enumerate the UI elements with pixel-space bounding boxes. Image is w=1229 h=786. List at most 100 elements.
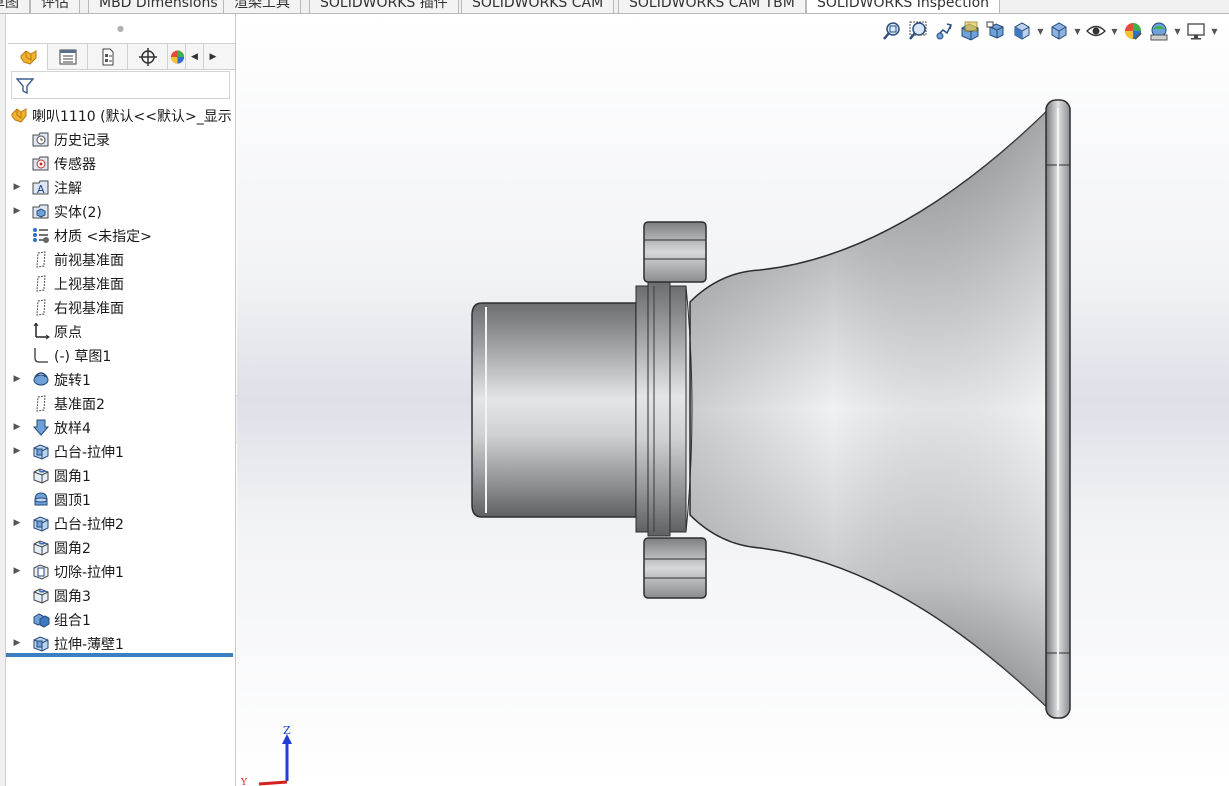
tree-item-material[interactable]: 材质 <未指定> (6, 223, 235, 247)
feature-manager-tab[interactable] (8, 44, 48, 70)
tree-item-label: 基准面2 (54, 397, 105, 413)
tree-item-label: 圆角2 (54, 541, 91, 557)
material-icon (33, 228, 49, 243)
expand-arrow-icon[interactable]: ▶ (12, 518, 22, 528)
tab-evaluate[interactable]: 评估 (30, 0, 80, 13)
revolve-icon (33, 372, 49, 386)
tree-item-annotations[interactable]: ▶ A 注解 (6, 175, 235, 199)
plane-icon (36, 299, 46, 316)
tree-item-fillet2[interactable]: 圆角2 (6, 535, 235, 559)
tree-item-label: 放样4 (54, 421, 91, 437)
tree-item-cut-extrude1[interactable]: ▶ 切除-拉伸1 (6, 559, 235, 583)
expand-arrow-icon[interactable]: ▶ (12, 374, 22, 384)
property-manager-icon (59, 49, 76, 65)
filter-icon (16, 78, 34, 95)
tree-item-label: 组合1 (54, 613, 91, 629)
expand-arrow-icon[interactable]: ▶ (12, 638, 22, 648)
expand-arrow-icon[interactable]: ▶ (12, 446, 22, 456)
tree-item-label: 前视基准面 (54, 253, 124, 269)
history-folder-icon (32, 132, 49, 147)
tree-item-plane2[interactable]: 基准面2 (6, 391, 235, 415)
solid-bodies-folder-icon (32, 204, 49, 219)
fillet-icon (33, 588, 49, 604)
boss-extrude-icon (33, 444, 49, 460)
command-manager-tabs: 草图 评估 MBD Dimensions 渲染工具 SOLIDWORKS 插件 … (0, 0, 1229, 14)
tree-item-solid-bodies[interactable]: ▶ 实体(2) (6, 199, 235, 223)
tree-item-thin-extrude1[interactable]: ▶ 拉伸-薄壁1 (6, 631, 235, 655)
tree-item-label: 右视基准面 (54, 301, 124, 317)
tree-item-boss-extrude1[interactable]: ▶ 凸台-拉伸1 (6, 439, 235, 463)
tree-item-origin[interactable]: 原点 (6, 319, 235, 343)
tree-item-revolve1[interactable]: ▶ 旋转1 (6, 367, 235, 391)
expand-arrow-icon[interactable]: ▶ (12, 566, 22, 576)
tree-item-label: 上视基准面 (54, 277, 124, 293)
fillet-icon (33, 468, 49, 484)
tree-item-label: 拉伸-薄壁1 (54, 637, 124, 653)
configuration-manager-icon (102, 48, 113, 66)
tab-render-tools[interactable]: 渲染工具 (223, 0, 301, 13)
tree-item-label: 旋转1 (54, 373, 91, 389)
tree-item-fillet1[interactable]: 圆角1 (6, 463, 235, 487)
display-manager-tab[interactable] (168, 44, 186, 70)
tab-sketch[interactable]: 草图 (0, 0, 30, 13)
tree-item-label: 实体(2) (54, 205, 102, 221)
tree-item-label: 圆角1 (54, 469, 91, 485)
tree-item-label: 注解 (54, 181, 82, 197)
tree-item-history[interactable]: 历史记录 (6, 127, 235, 151)
expand-arrow-icon[interactable]: ▶ (12, 182, 22, 192)
tab-mbd-dimensions[interactable]: MBD Dimensions (88, 0, 229, 13)
plane-icon (36, 395, 46, 412)
tab-solidworks-addins[interactable]: SOLIDWORKS 插件 (309, 0, 459, 13)
rollback-bar[interactable] (6, 653, 233, 657)
feature-manager-icon (20, 50, 36, 65)
part-icon (11, 108, 27, 123)
tree-item-fillet3[interactable]: 圆角3 (6, 583, 235, 607)
property-manager-tab[interactable] (48, 44, 88, 70)
tree-filter-box[interactable] (11, 71, 230, 99)
tree-item-top-plane[interactable]: 上视基准面 (6, 271, 235, 295)
panel-grip[interactable]: ● (6, 14, 235, 42)
plane-icon (36, 275, 46, 292)
tree-item-loft4[interactable]: ▶ 放样4 (6, 415, 235, 439)
origin-icon (33, 323, 50, 340)
sensor-folder-icon (32, 156, 49, 171)
boss-extrude-icon (33, 636, 49, 652)
expand-arrow-icon[interactable]: ▶ (12, 422, 22, 432)
tree-item-combine1[interactable]: 组合1 (6, 607, 235, 631)
tab-solidworks-inspection[interactable]: SOLIDWORKS Inspection (806, 0, 1001, 13)
combine-icon (33, 613, 50, 628)
tree-item-sensors[interactable]: 传感器 (6, 151, 235, 175)
triad-z-label: Z (283, 726, 291, 737)
expand-arrow-icon[interactable]: ▶ (12, 206, 22, 216)
display-manager-icon (170, 50, 185, 64)
tree-item-label: (-) 草图1 (54, 349, 112, 365)
tab-solidworks-cam[interactable]: SOLIDWORKS CAM (461, 0, 615, 13)
panel-tabs: ◀ ▶ (8, 43, 235, 70)
dimxpert-manager-tab[interactable] (128, 44, 168, 70)
tree-item-dome1[interactable]: 圆顶1 (6, 487, 235, 511)
dimxpert-manager-icon (138, 48, 157, 66)
scroll-tabs-right[interactable]: ▶ (204, 44, 222, 70)
feature-tree: 喇叭1110 (默认<<默认>_显示 历史记录 传感器 ▶ A 注解 ▶ 实体(… (6, 103, 235, 655)
tab-solidworks-cam-tbm[interactable]: SOLIDWORKS CAM TBM (618, 0, 806, 13)
loft-icon (32, 419, 50, 436)
plane-icon (36, 251, 46, 268)
tree-item-right-plane[interactable]: 右视基准面 (6, 295, 235, 319)
dome-icon (34, 492, 48, 506)
configuration-manager-tab[interactable] (88, 44, 128, 70)
scroll-tabs-left[interactable]: ◀ (186, 44, 204, 70)
fillet-icon (33, 540, 49, 556)
triad-x-axis (258, 780, 288, 786)
graphics-area[interactable]: ▼ ▼ ▼ ▼ ▼ Z Y (237, 14, 1229, 786)
horn-model[interactable] (237, 14, 1229, 786)
annotations-folder-icon: A (32, 180, 49, 196)
reference-triad: Z Y (240, 726, 292, 786)
tree-item-label: 切除-拉伸1 (54, 565, 124, 581)
tree-root-part[interactable]: 喇叭1110 (默认<<默认>_显示 (6, 103, 235, 127)
tree-item-label: 材质 <未指定> (54, 229, 152, 245)
tree-item-label: 圆角3 (54, 589, 91, 605)
tree-item-label: 凸台-拉伸2 (54, 517, 124, 533)
tree-item-boss-extrude2[interactable]: ▶ 凸台-拉伸2 (6, 511, 235, 535)
tree-item-sketch1[interactable]: (-) 草图1 (6, 343, 235, 367)
tree-item-front-plane[interactable]: 前视基准面 (6, 247, 235, 271)
